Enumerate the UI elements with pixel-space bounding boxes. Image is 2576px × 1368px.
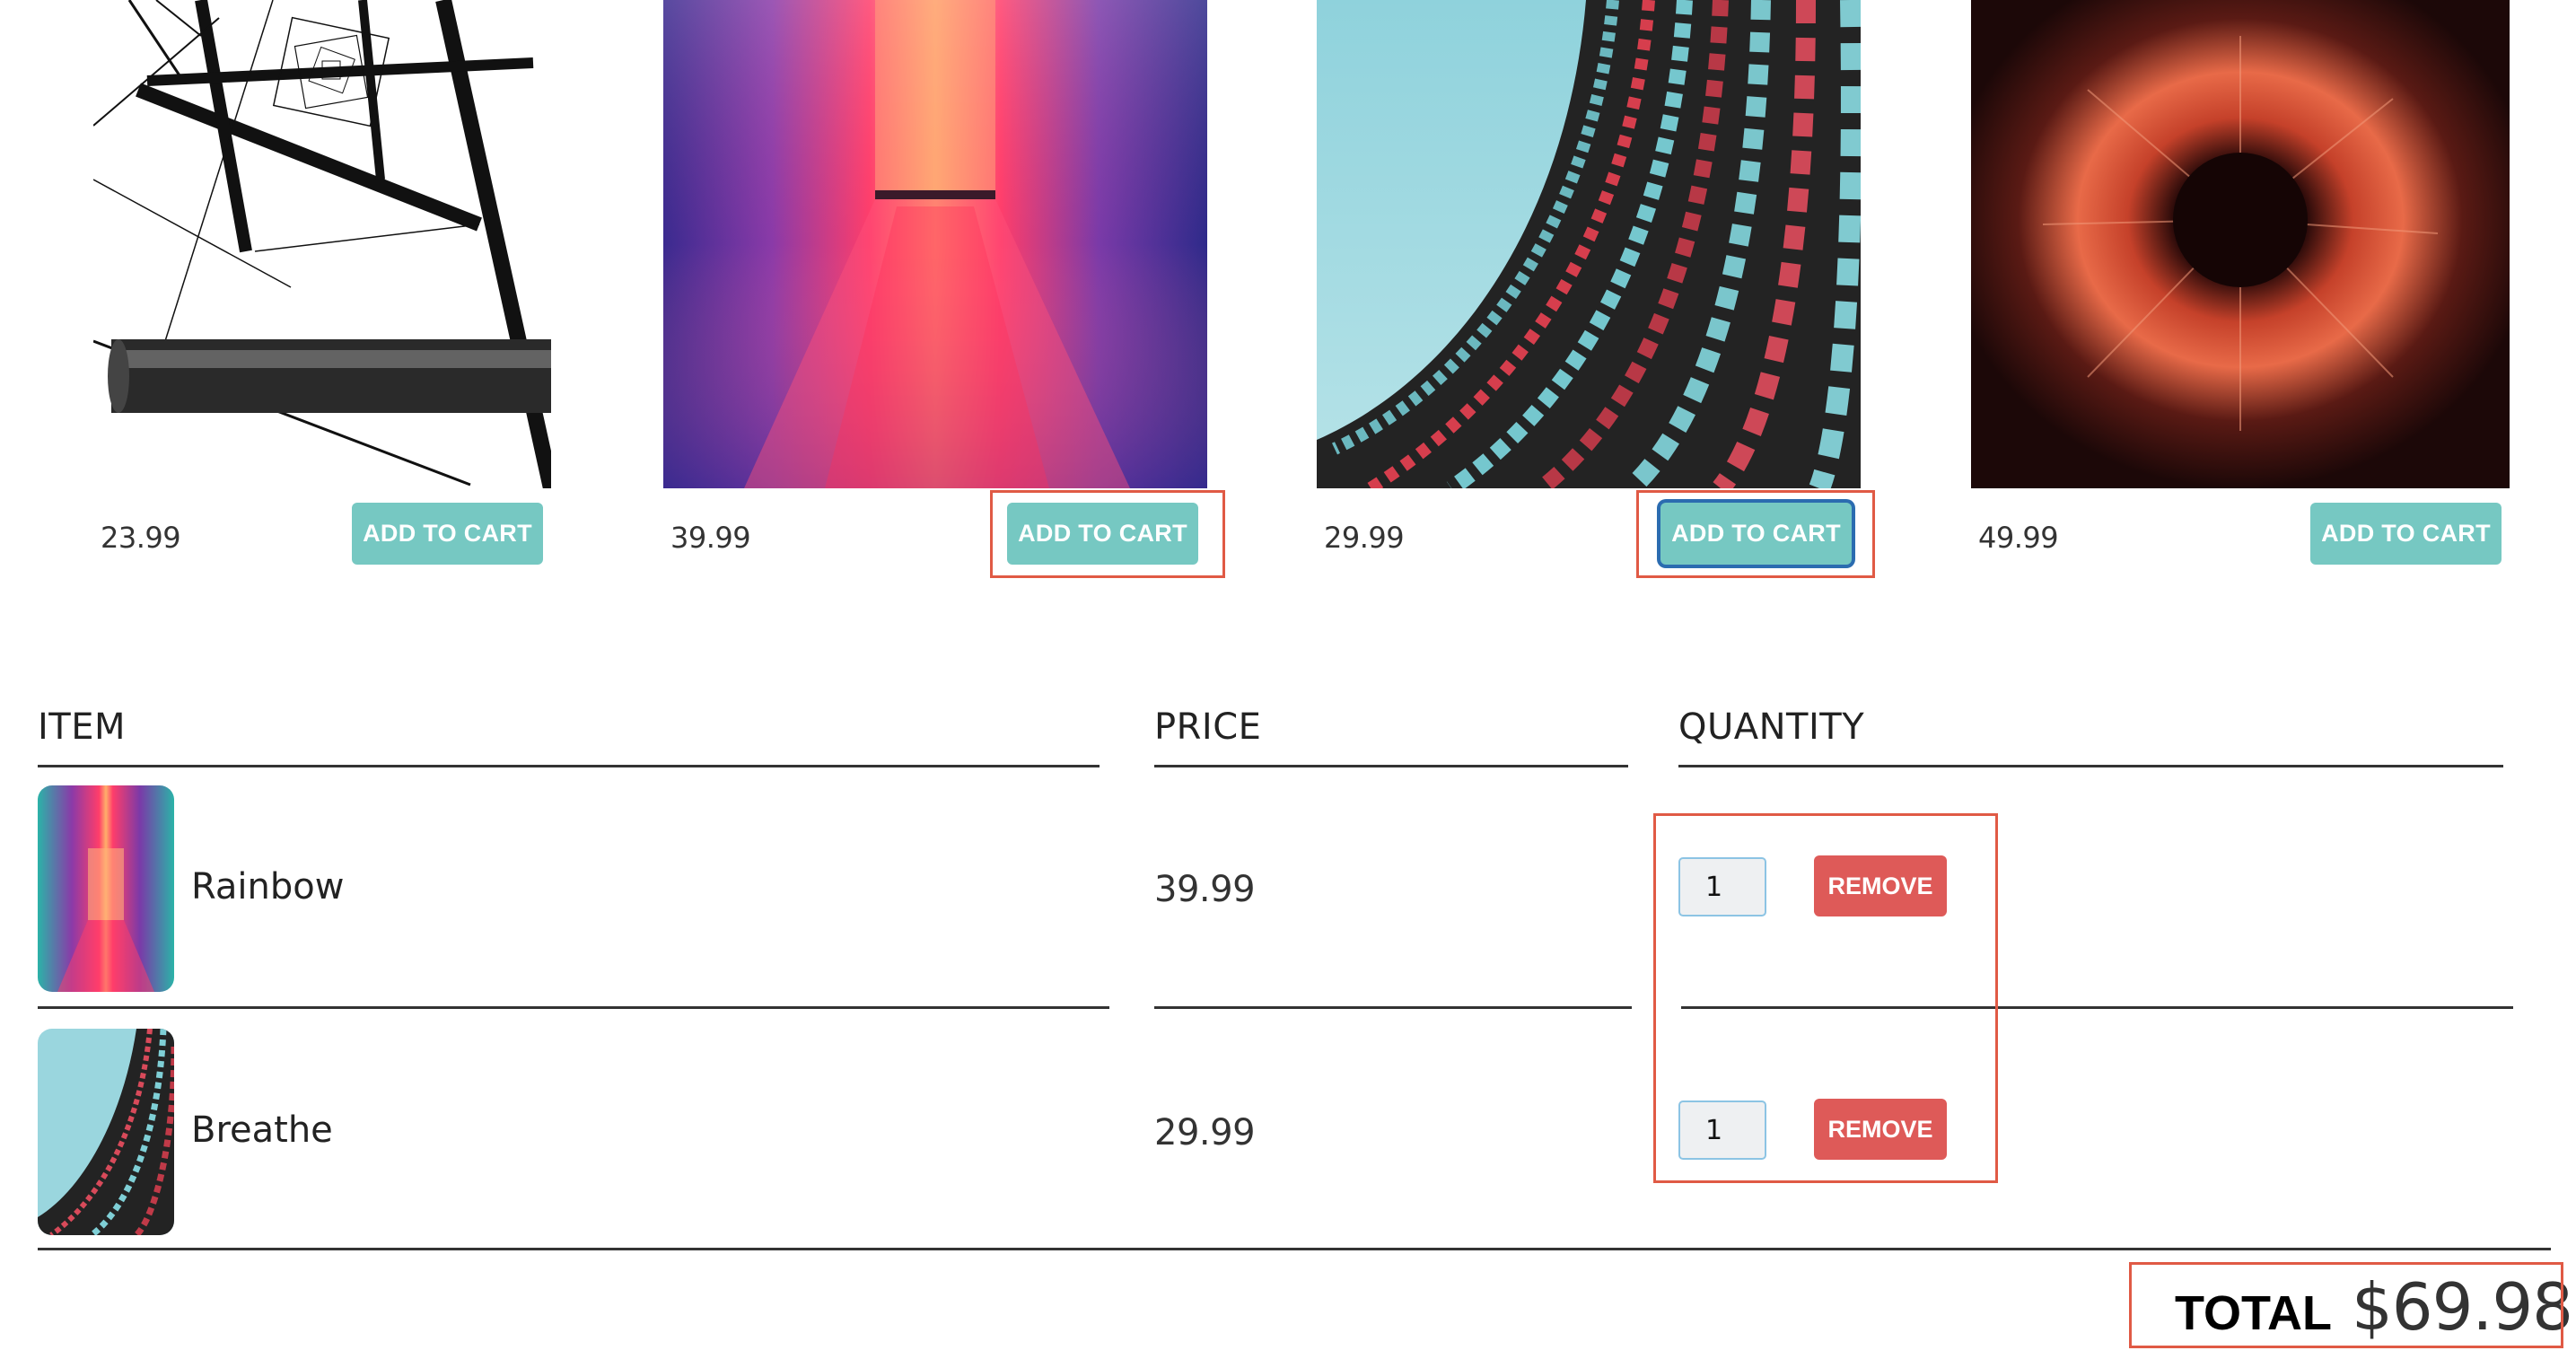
remove-button-1[interactable]: REMOVE bbox=[1814, 855, 1947, 916]
product-image-3 bbox=[1317, 0, 1861, 488]
tower-photo-icon bbox=[93, 0, 551, 488]
cart-item-price-1: 39.99 bbox=[1154, 869, 1256, 910]
building-facade-thumb-icon bbox=[38, 1029, 174, 1235]
item-header-rule bbox=[38, 765, 1100, 767]
price-column-header: PRICE bbox=[1154, 706, 1262, 748]
add-to-cart-button-3[interactable]: ADD TO CART bbox=[1660, 503, 1852, 565]
add-to-cart-button-1[interactable]: ADD TO CART bbox=[352, 503, 543, 565]
orange-burst-photo-icon bbox=[1971, 0, 2510, 488]
row-1-item-rule bbox=[38, 1006, 1109, 1009]
product-price-1: 23.99 bbox=[101, 521, 181, 555]
price-header-rule bbox=[1154, 765, 1628, 767]
building-facade-photo-icon bbox=[1317, 0, 1861, 488]
item-column-header: ITEM bbox=[38, 706, 127, 748]
rainbow-corridor-thumb-icon bbox=[38, 785, 174, 992]
total-label: TOTAL bbox=[2175, 1286, 2332, 1340]
cart-item-price-2: 29.99 bbox=[1154, 1112, 1256, 1153]
product-price-4: 49.99 bbox=[1978, 521, 2059, 555]
cart-item-thumbnail-2 bbox=[38, 1029, 174, 1235]
quantity-input-2[interactable] bbox=[1678, 1101, 1766, 1160]
quantity-input-1[interactable] bbox=[1678, 857, 1766, 916]
row-1-quantity-rule bbox=[1681, 1006, 2513, 1009]
rainbow-corridor-photo-icon bbox=[663, 0, 1207, 488]
row-1-price-rule bbox=[1154, 1006, 1632, 1009]
total-value: $69.98 bbox=[2352, 1269, 2573, 1345]
add-to-cart-button-4[interactable]: ADD TO CART bbox=[2310, 503, 2502, 565]
quantity-header-rule bbox=[1678, 765, 2503, 767]
quantity-column-header: QUANTITY bbox=[1678, 706, 1865, 748]
product-price-2: 39.99 bbox=[670, 521, 751, 555]
product-image-2 bbox=[663, 0, 1207, 488]
product-price-3: 29.99 bbox=[1324, 521, 1405, 555]
remove-button-2[interactable]: REMOVE bbox=[1814, 1099, 1947, 1160]
cart-item-thumbnail-1 bbox=[38, 785, 174, 992]
add-to-cart-button-2[interactable]: ADD TO CART bbox=[1007, 503, 1198, 565]
cart-bottom-rule bbox=[38, 1248, 2551, 1250]
product-image-1 bbox=[93, 0, 551, 488]
cart-item-title-2: Breathe bbox=[191, 1109, 333, 1151]
product-image-4 bbox=[1971, 0, 2510, 488]
cart-item-title-1: Rainbow bbox=[191, 866, 345, 908]
